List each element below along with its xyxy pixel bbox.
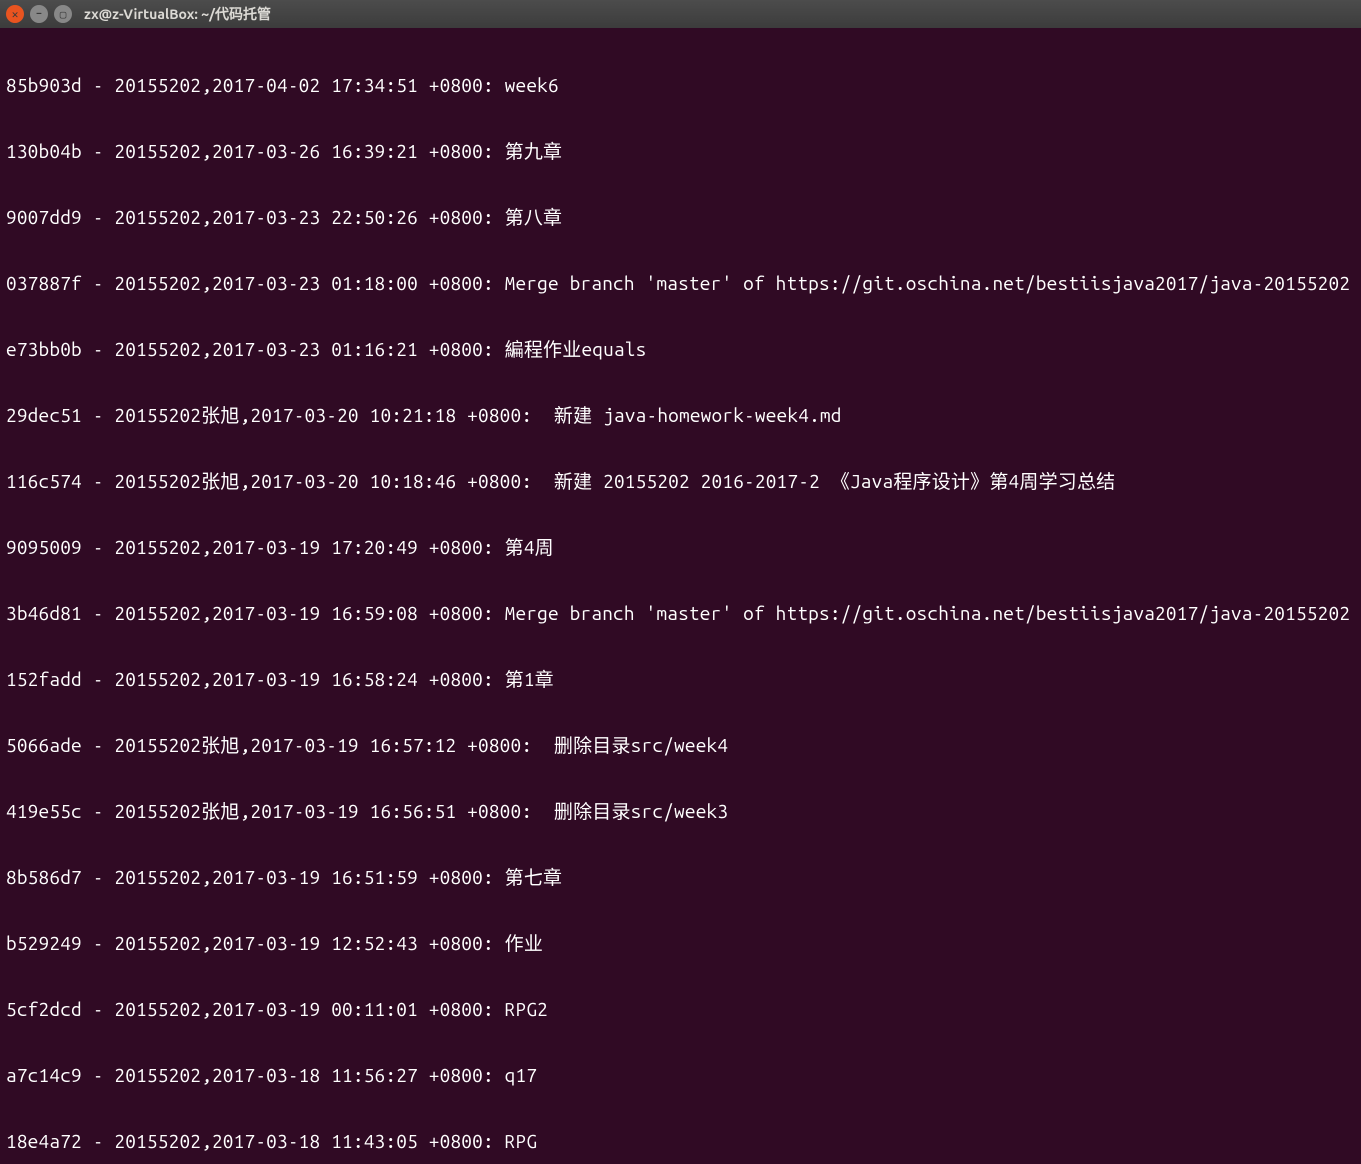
terminal-body[interactable]: 85b903d - 20155202,2017-04-02 17:34:51 +… <box>0 28 1361 1164</box>
git-log-line: 419e55c - 20155202张旭,2017-03-19 16:56:51… <box>6 800 1355 822</box>
git-log-line: 85b903d - 20155202,2017-04-02 17:34:51 +… <box>6 74 1355 96</box>
git-log-line: a7c14c9 - 20155202,2017-03-18 11:56:27 +… <box>6 1064 1355 1086</box>
git-log-line: b529249 - 20155202,2017-03-19 12:52:43 +… <box>6 932 1355 954</box>
git-log-line: 18e4a72 - 20155202,2017-03-18 11:43:05 +… <box>6 1130 1355 1152</box>
git-log-line: 8b586d7 - 20155202,2017-03-19 16:51:59 +… <box>6 866 1355 888</box>
maximize-icon[interactable]: ▢ <box>54 5 72 23</box>
minimize-icon[interactable]: – <box>30 5 48 23</box>
git-log-line: 9095009 - 20155202,2017-03-19 17:20:49 +… <box>6 536 1355 558</box>
git-log-line: 5066ade - 20155202张旭,2017-03-19 16:57:12… <box>6 734 1355 756</box>
window-titlebar: ✕ – ▢ zx@z-VirtualBox: ~/代码托管 <box>0 0 1361 28</box>
close-icon[interactable]: ✕ <box>6 5 24 23</box>
git-log-line: 9007dd9 - 20155202,2017-03-23 22:50:26 +… <box>6 206 1355 228</box>
git-log-line: 152fadd - 20155202,2017-03-19 16:58:24 +… <box>6 668 1355 690</box>
git-log-line: 130b04b - 20155202,2017-03-26 16:39:21 +… <box>6 140 1355 162</box>
git-log-line: e73bb0b - 20155202,2017-03-23 01:16:21 +… <box>6 338 1355 360</box>
git-log-line: 5cf2dcd - 20155202,2017-03-19 00:11:01 +… <box>6 998 1355 1020</box>
window-title: zx@z-VirtualBox: ~/代码托管 <box>84 4 271 24</box>
git-log-line: 29dec51 - 20155202张旭,2017-03-20 10:21:18… <box>6 404 1355 426</box>
git-log-line: 3b46d81 - 20155202,2017-03-19 16:59:08 +… <box>6 602 1355 624</box>
git-log-line: 116c574 - 20155202张旭,2017-03-20 10:18:46… <box>6 470 1355 492</box>
git-log-line: 037887f - 20155202,2017-03-23 01:18:00 +… <box>6 272 1355 294</box>
